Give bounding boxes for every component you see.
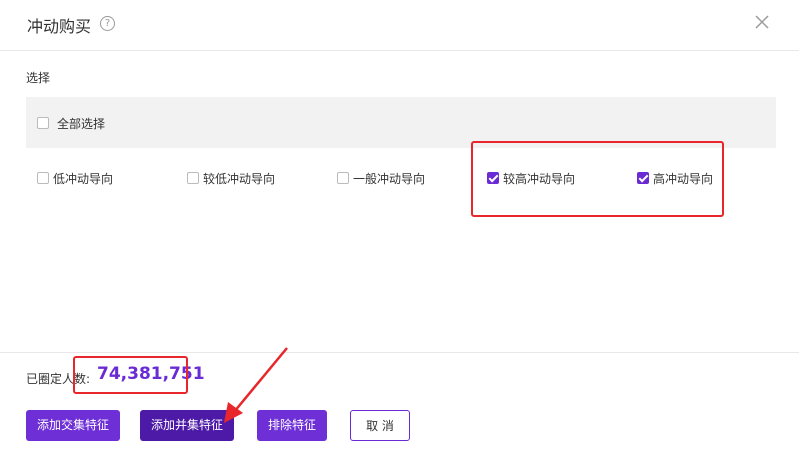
annotation-arrow-icon (224, 347, 288, 423)
